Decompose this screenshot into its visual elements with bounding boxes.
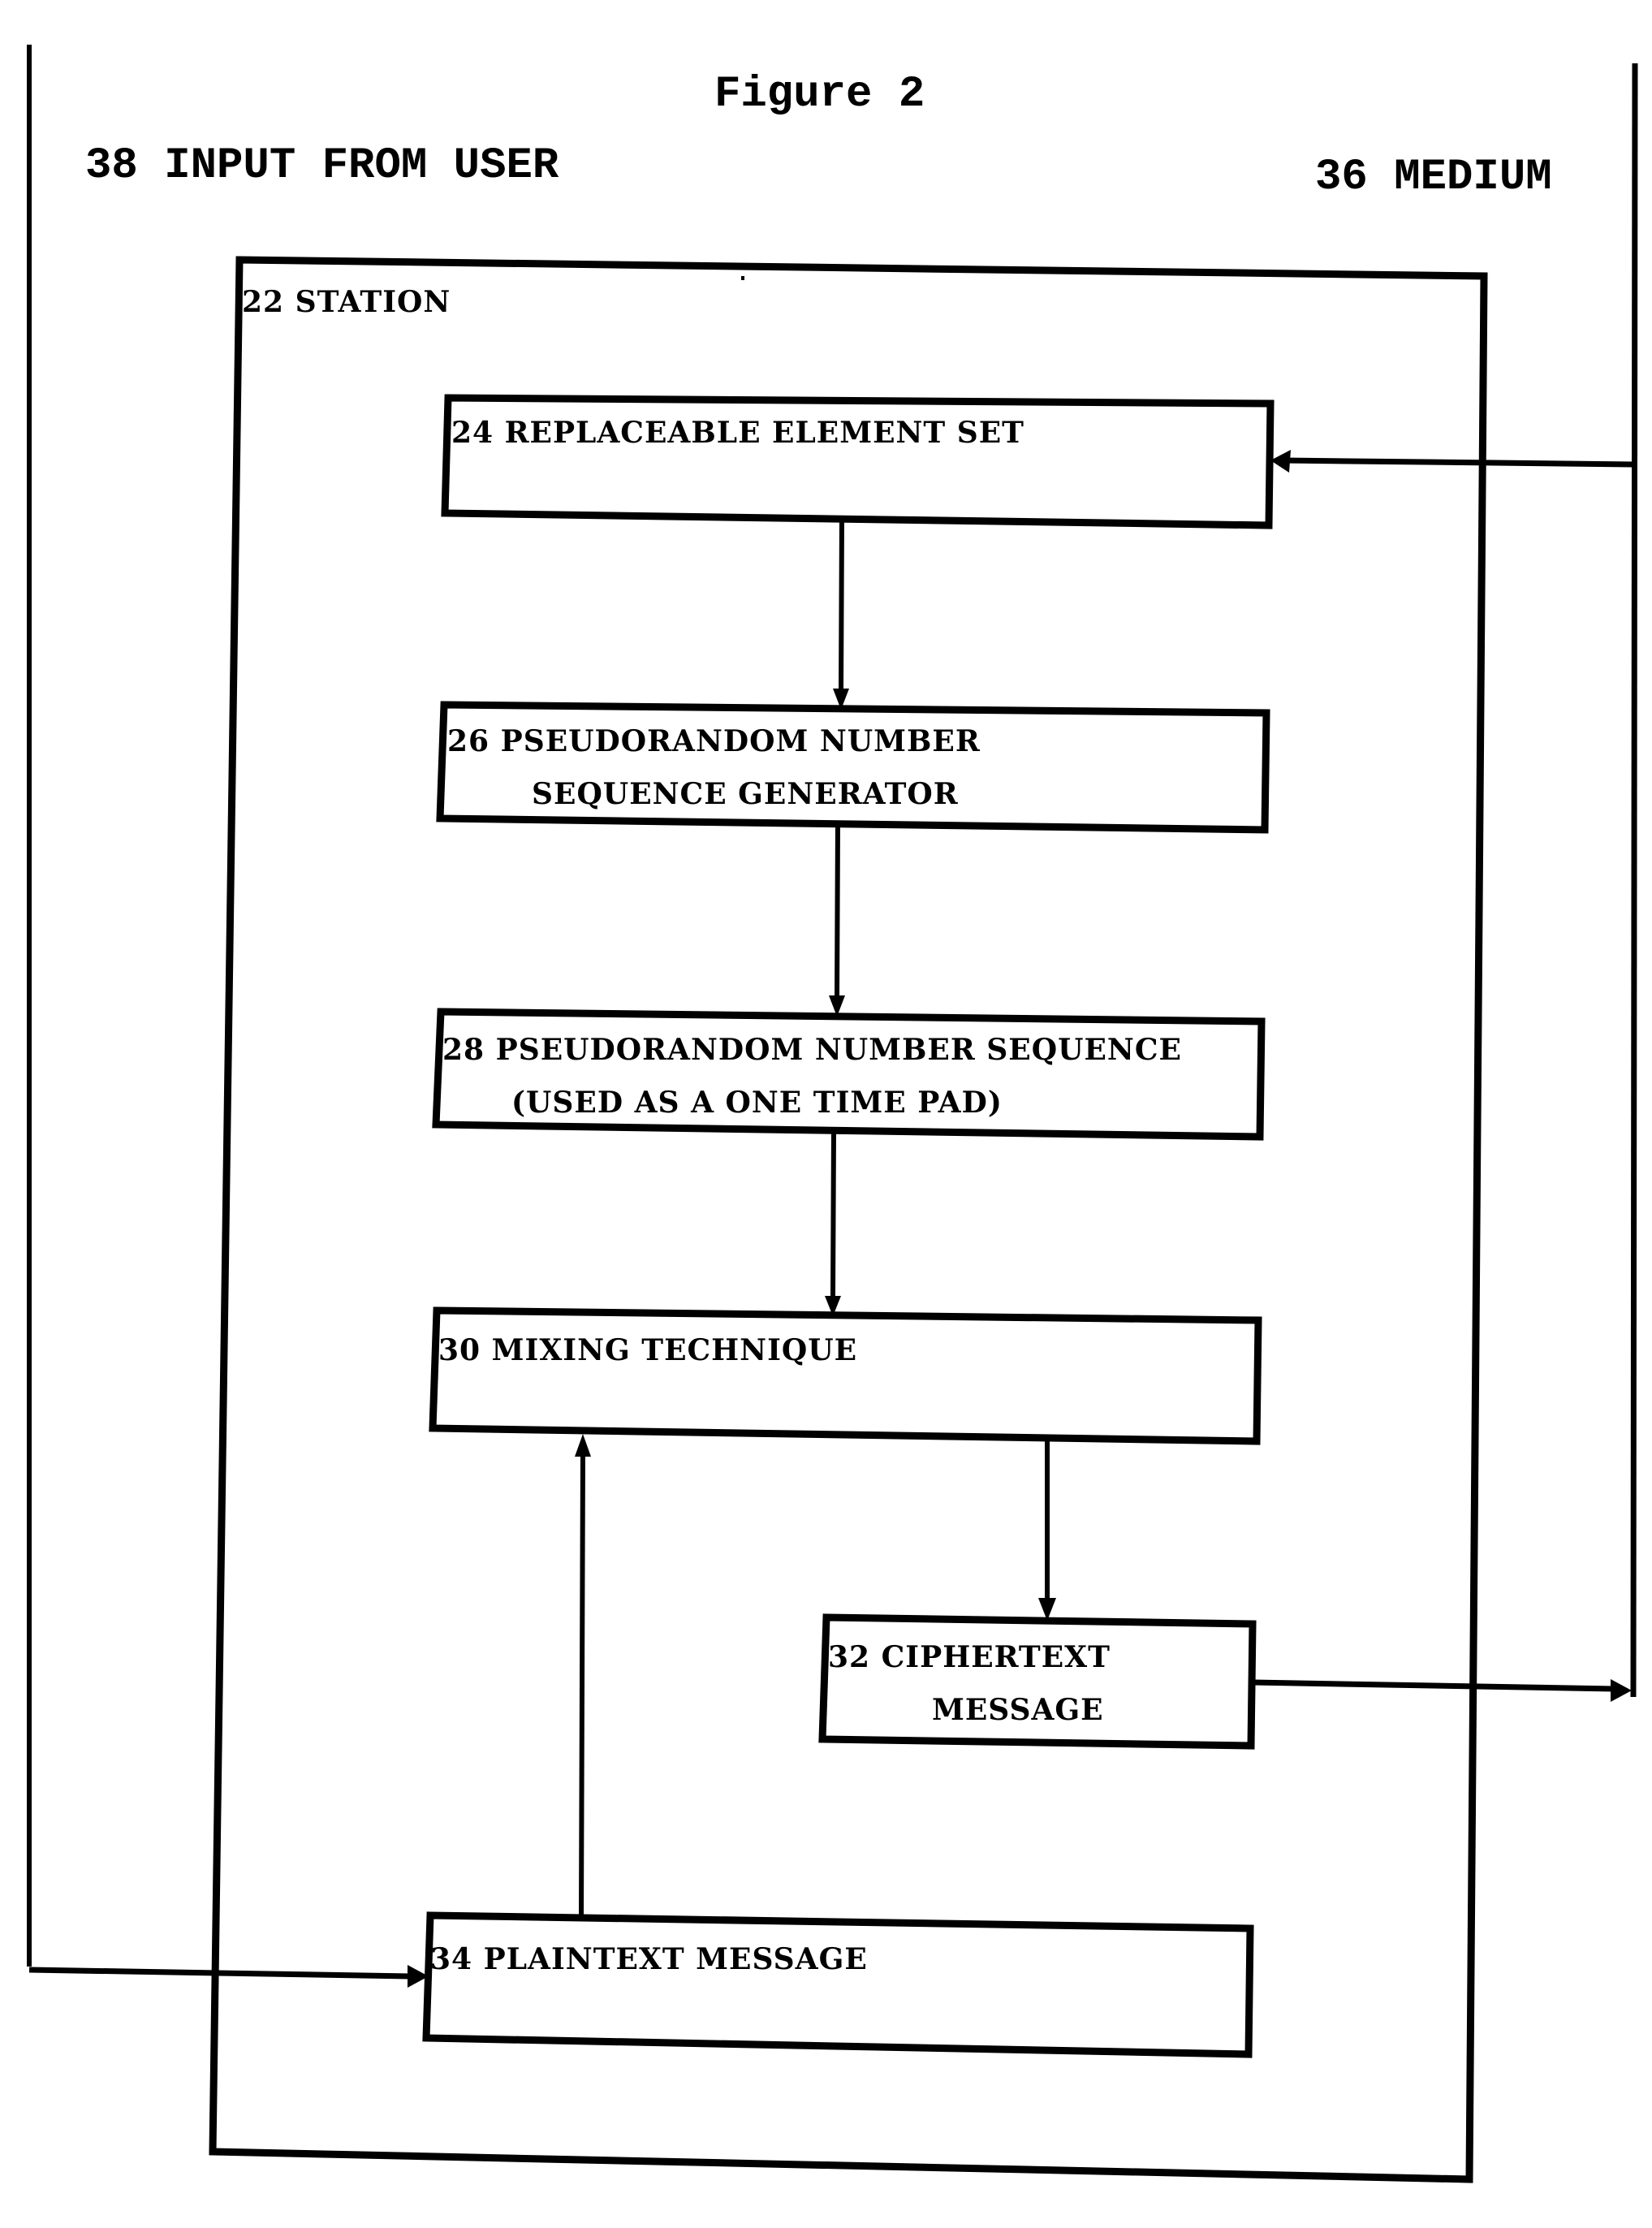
box-30-line-1: 30 MIXING TECHNIQUE [438,1333,857,1367]
station-box [209,256,1488,2183]
arrow-medium-to-24 [1270,450,1634,473]
box-26-line-2: SEQUENCE GENERATOR [532,777,959,811]
box-prng-sequence: 28 PSEUDORANDOM NUMBER SEQUENCE (USED AS… [432,1008,1266,1141]
figure-title: Figure 2 [714,70,925,119]
box-32-line-1: 32 CIPHERTEXT [828,1640,1111,1674]
arrow-28-to-30 [825,1130,841,1316]
box-replaceable-element-set: 24 REPLACEABLE ELEMENT SET [441,394,1275,529]
figure-2-diagram: Figure 2 38 INPUT FROM USER 36 MEDIUM 22… [27,45,1638,2183]
arrow-24-to-26 [833,519,849,710]
box-28-line-1: 28 PSEUDORANDOM NUMBER SEQUENCE [442,1033,1182,1067]
arrow-input-to-34 [28,1965,429,1988]
arrow-32-to-medium [1252,1679,1632,1702]
box-mixing-technique: 30 MIXING TECHNIQUE [429,1306,1262,1445]
box-26-line-1: 26 PSEUDORANDOM NUMBER [447,724,981,758]
box-34-line-1: 34 PLAINTEXT MESSAGE [430,1942,868,1976]
box-plaintext-message: 34 PLAINTEXT MESSAGE [422,1911,1254,2058]
arrow-34-to-30 [575,1434,591,1919]
medium-line [1630,63,1638,1698]
station-label: 22 STATION [242,285,451,319]
box-24-line-1: 24 REPLACEABLE ELEMENT SET [451,416,1024,450]
arrow-26-to-28 [829,823,845,1017]
medium-label: 36 MEDIUM [1315,153,1552,202]
arrow-30-to-32 [1038,1439,1056,1621]
box-ciphertext-message: 32 CIPHERTEXT MESSAGE [818,1613,1257,1750]
box-32-line-2: MESSAGE [932,1693,1104,1727]
input-from-user-label: 38 INPUT FROM USER [85,141,559,191]
box-prng-generator: 26 PSEUDORANDOM NUMBER SEQUENCE GENERATO… [436,701,1270,834]
box-28-line-2: (USED AS A ONE TIME PAD) [511,1086,1003,1120]
scan-speck [741,276,744,280]
